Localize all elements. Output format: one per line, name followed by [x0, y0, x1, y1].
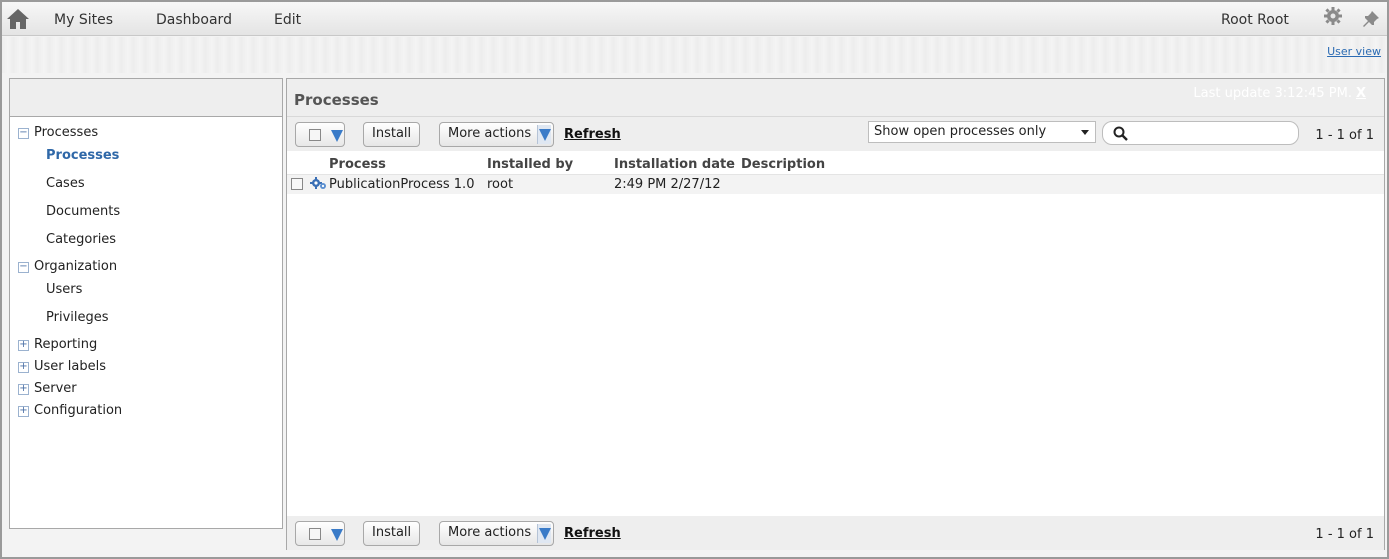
- column-header-installation-date[interactable]: Installation date: [614, 157, 735, 172]
- chevron-down-icon[interactable]: [537, 524, 552, 543]
- tree-group-processes[interactable]: − Processes: [18, 125, 98, 140]
- toolbar-top: Install More actions Refresh Show open p…: [287, 117, 1384, 151]
- tree-group-reporting[interactable]: + Reporting: [18, 337, 97, 352]
- tree-group-label: User labels: [34, 359, 106, 374]
- tree-group-server[interactable]: + Server: [18, 381, 77, 396]
- pagination-info: 1 - 1 of 1: [1315, 128, 1374, 143]
- expand-icon[interactable]: +: [18, 362, 29, 373]
- tree-group-organization[interactable]: − Organization: [18, 259, 117, 274]
- pagination-info: 1 - 1 of 1: [1315, 527, 1374, 542]
- row-checkbox[interactable]: [291, 178, 303, 190]
- page-title: Processes: [294, 91, 379, 109]
- sidebar-item-cases[interactable]: Cases: [46, 176, 85, 191]
- more-actions-label: More actions: [448, 525, 532, 540]
- more-actions-label: More actions: [448, 126, 532, 141]
- install-button[interactable]: Install: [363, 521, 421, 546]
- select-all-checkbox[interactable]: [309, 528, 321, 540]
- sidebar-item-users[interactable]: Users: [46, 282, 82, 297]
- tree-group-configuration[interactable]: + Configuration: [18, 403, 122, 418]
- collapse-icon[interactable]: −: [18, 128, 29, 139]
- search-icon: [1113, 126, 1128, 141]
- last-update-text: Last update 3:12:45 PM.: [1193, 86, 1352, 101]
- cell-installation-date: 2:49 PM 2/27/12: [614, 177, 721, 192]
- sidebar: − Processes Processes Cases Documents Cat…: [9, 78, 283, 529]
- process-gear-icon: [310, 177, 326, 189]
- more-actions-button[interactable]: More actions: [439, 122, 555, 147]
- search-input[interactable]: [1102, 121, 1299, 145]
- tree-group-label: Processes: [34, 125, 99, 140]
- home-icon[interactable]: [6, 8, 30, 30]
- app-window: My Sites Dashboard Edit Root Root User v…: [0, 0, 1389, 559]
- last-update-notice: Last update 3:12:45 PM. X: [1193, 86, 1366, 101]
- expand-icon[interactable]: +: [18, 340, 29, 351]
- column-header-process[interactable]: Process: [329, 157, 386, 172]
- more-actions-button[interactable]: More actions: [439, 521, 555, 546]
- sub-header-bar: User view: [2, 37, 1387, 73]
- tree-group-label: Configuration: [34, 403, 123, 418]
- main-panel: Processes Last update 3:12:45 PM. X Insta…: [286, 78, 1385, 550]
- install-button[interactable]: Install: [363, 122, 421, 147]
- chevron-down-icon[interactable]: [537, 125, 552, 144]
- sidebar-item-processes[interactable]: Processes: [46, 148, 119, 163]
- tree-group-label: Server: [34, 381, 77, 396]
- filter-value: Show open processes only: [874, 124, 1047, 139]
- toolbar-bottom: Install More actions Refresh 1 - 1 of 1: [287, 516, 1384, 550]
- expand-icon[interactable]: +: [18, 384, 29, 395]
- select-all-dropdown[interactable]: [295, 521, 345, 546]
- tree-group-user-labels[interactable]: + User labels: [18, 359, 106, 374]
- user-menu[interactable]: Root Root: [1221, 12, 1289, 28]
- dropdown-caret-icon: [1081, 130, 1089, 135]
- table-header: Process Installed by Installation date D…: [287, 156, 1384, 174]
- refresh-link[interactable]: Refresh: [564, 526, 621, 541]
- chevron-down-icon[interactable]: [331, 529, 343, 541]
- nav-dashboard[interactable]: Dashboard: [156, 12, 232, 28]
- select-all-dropdown[interactable]: [295, 122, 345, 147]
- main-header: Processes Last update 3:12:45 PM. X: [287, 79, 1384, 117]
- column-header-description[interactable]: Description: [741, 157, 825, 172]
- process-filter-select[interactable]: Show open processes only: [868, 121, 1096, 143]
- collapse-icon[interactable]: −: [18, 262, 29, 273]
- cell-installed-by: root: [487, 177, 514, 192]
- sidebar-item-categories[interactable]: Categories: [46, 232, 116, 247]
- tree-group-label: Organization: [34, 259, 118, 274]
- expand-icon[interactable]: +: [18, 406, 29, 417]
- select-all-checkbox[interactable]: [309, 129, 321, 141]
- user-view-link[interactable]: User view: [1327, 45, 1381, 58]
- sidebar-header: [10, 79, 282, 117]
- top-nav-bar: My Sites Dashboard Edit Root Root: [2, 2, 1387, 36]
- sidebar-item-privileges[interactable]: Privileges: [46, 310, 109, 325]
- cell-process[interactable]: PublicationProcess 1.0: [329, 177, 474, 192]
- nav-edit[interactable]: Edit: [274, 12, 301, 28]
- table-row[interactable]: PublicationProcess 1.0 root 2:49 PM 2/27…: [287, 174, 1384, 194]
- pin-icon[interactable]: [1362, 11, 1380, 29]
- sidebar-item-documents[interactable]: Documents: [46, 204, 120, 219]
- tree-group-label: Reporting: [34, 337, 98, 352]
- close-notice-button[interactable]: X: [1356, 86, 1366, 101]
- chevron-down-icon[interactable]: [331, 130, 343, 142]
- column-header-installed-by[interactable]: Installed by: [487, 157, 573, 172]
- nav-my-sites[interactable]: My Sites: [54, 12, 113, 28]
- refresh-link[interactable]: Refresh: [564, 127, 621, 142]
- gear-icon[interactable]: [1323, 6, 1343, 26]
